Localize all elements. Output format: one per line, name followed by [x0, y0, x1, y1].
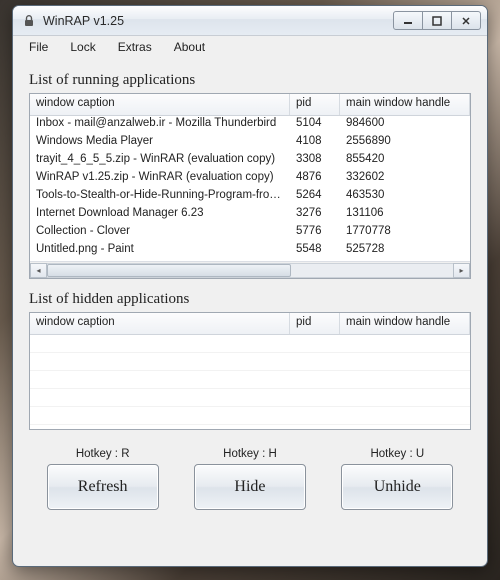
menu-extras[interactable]: Extras — [108, 38, 162, 56]
scroll-right-icon[interactable]: ▸ — [453, 263, 470, 278]
unhide-button[interactable]: Unhide — [341, 464, 453, 510]
table-row[interactable]: trayit_4_6_5_5.zip - WinRAR (evaluation … — [30, 152, 470, 170]
hide-button[interactable]: Hide — [194, 464, 306, 510]
hidden-section-title: List of hidden applications — [29, 291, 471, 308]
table-row[interactable]: Windows Media Player41082556890 — [30, 134, 470, 152]
col-pid[interactable]: pid — [290, 94, 340, 115]
maximize-button[interactable] — [422, 11, 452, 30]
table-row[interactable] — [30, 353, 470, 371]
minimize-button[interactable] — [393, 11, 423, 30]
col-caption[interactable]: window caption — [30, 313, 290, 334]
menu-lock[interactable]: Lock — [60, 38, 105, 56]
running-section-title: List of running applications — [29, 72, 471, 89]
window-title: WinRAP v1.25 — [43, 14, 394, 28]
table-row[interactable]: WinRAP v1.25.zip - WinRAR (evaluation co… — [30, 170, 470, 188]
col-handle[interactable]: main window handle — [340, 94, 470, 115]
app-window: WinRAP v1.25 File Lock Extras About List… — [12, 5, 488, 567]
table-row[interactable] — [30, 335, 470, 353]
running-table-body[interactable]: Inbox - mail@anzalweb.ir - Mozilla Thund… — [30, 116, 470, 261]
table-row[interactable] — [30, 407, 470, 425]
hotkey-label: Hotkey : R — [76, 448, 130, 460]
hotkey-label: Hotkey : H — [223, 448, 277, 460]
close-button[interactable] — [451, 11, 481, 30]
unhide-group: Hotkey : U Unhide — [334, 448, 461, 510]
titlebar[interactable]: WinRAP v1.25 — [13, 6, 487, 36]
scroll-left-icon[interactable]: ◂ — [30, 263, 47, 278]
scroll-thumb[interactable] — [47, 264, 291, 277]
col-handle[interactable]: main window handle — [340, 313, 470, 334]
menu-file[interactable]: File — [19, 38, 58, 56]
refresh-button[interactable]: Refresh — [47, 464, 159, 510]
scroll-track[interactable] — [47, 263, 453, 278]
table-row[interactable]: Tools-to-Stealth-or-Hide-Running-Program… — [30, 188, 470, 206]
refresh-group: Hotkey : R Refresh — [39, 448, 166, 510]
table-row[interactable] — [30, 389, 470, 407]
menu-about[interactable]: About — [164, 38, 215, 56]
col-caption[interactable]: window caption — [30, 94, 290, 115]
horizontal-scrollbar[interactable]: ◂ ▸ — [30, 261, 470, 278]
table-row[interactable] — [30, 371, 470, 389]
running-table-header: window caption pid main window handle — [30, 94, 470, 116]
hide-group: Hotkey : H Hide — [186, 448, 313, 510]
table-row[interactable]: Untitled.png - Paint5548525728 — [30, 242, 470, 260]
menubar: File Lock Extras About — [13, 36, 487, 58]
hidden-apps-table[interactable]: window caption pid main window handle — [29, 312, 471, 430]
table-row[interactable]: Collection - Clover57761770778 — [30, 224, 470, 242]
window-controls — [394, 11, 481, 30]
lock-icon — [21, 13, 37, 29]
hidden-table-body[interactable] — [30, 335, 470, 429]
hidden-table-header: window caption pid main window handle — [30, 313, 470, 335]
col-pid[interactable]: pid — [290, 313, 340, 334]
running-apps-table[interactable]: window caption pid main window handle In… — [29, 93, 471, 279]
action-buttons: Hotkey : R Refresh Hotkey : H Hide Hotke… — [29, 448, 471, 510]
content-area: List of running applications window capt… — [13, 58, 487, 566]
hotkey-label: Hotkey : U — [370, 448, 424, 460]
table-row[interactable]: Internet Download Manager 6.233276131106 — [30, 206, 470, 224]
table-row[interactable]: Inbox - mail@anzalweb.ir - Mozilla Thund… — [30, 116, 470, 134]
